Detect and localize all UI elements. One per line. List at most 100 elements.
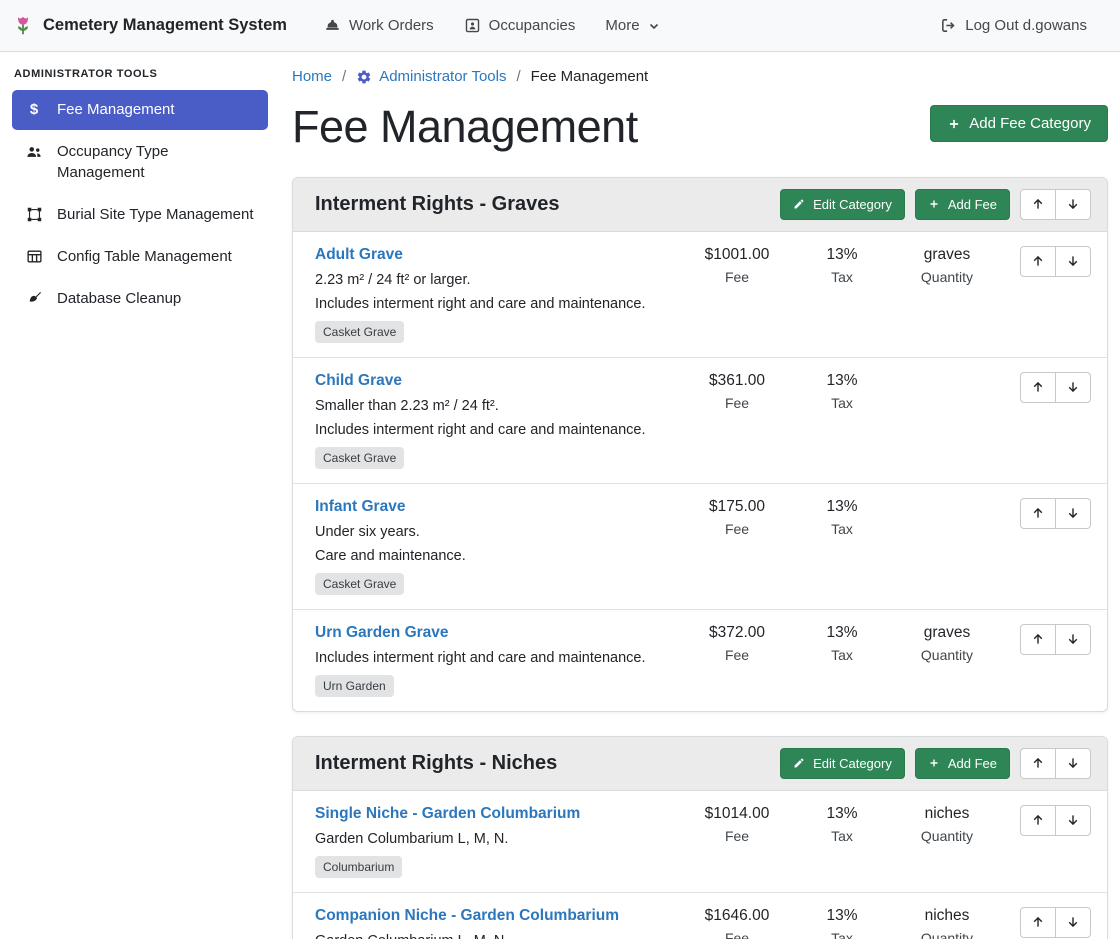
add-fee-label: Add Fee: [948, 756, 997, 771]
category-title: Interment Rights - Graves: [315, 193, 780, 216]
sidebar-item-label: Occupancy Type Management: [57, 142, 256, 183]
sidebar-item-label: Burial Site Type Management: [57, 205, 254, 225]
hard-hat-icon: [324, 17, 341, 34]
sidebar-item-config-table-management[interactable]: Config Table Management: [12, 237, 268, 277]
fee-quantity-column: niches Quantity: [888, 907, 1006, 939]
fee-name-link[interactable]: Urn Garden Grave: [315, 624, 449, 642]
add-fee-category-button[interactable]: Add Fee Category: [930, 105, 1108, 142]
nav-occupancies[interactable]: Occupancies: [449, 8, 591, 43]
logout-link[interactable]: Log Out d.gowans: [925, 8, 1102, 43]
nav-more-label: More: [605, 17, 639, 34]
breadcrumb-home-label: Home: [292, 68, 332, 85]
add-fee-category-label: Add Fee Category: [969, 115, 1091, 132]
move-fee-down-button[interactable]: [1055, 372, 1091, 403]
fee-name-link[interactable]: Child Grave: [315, 372, 402, 390]
fee-amount-label: Fee: [678, 647, 796, 663]
sidebar-item-fee-management[interactable]: $ Fee Management: [12, 90, 268, 130]
fee-name-link[interactable]: Companion Niche - Garden Columbarium: [315, 907, 619, 925]
move-category-up-button[interactable]: [1020, 189, 1056, 220]
fee-name-link[interactable]: Adult Grave: [315, 246, 403, 264]
broom-icon: [24, 290, 44, 307]
fee-type-badge: Columbarium: [315, 856, 402, 878]
breadcrumb-section-label: Administrator Tools: [379, 68, 506, 85]
sidebar-item-burial-site-type-management[interactable]: Burial Site Type Management: [12, 195, 268, 235]
add-fee-button[interactable]: Add Fee: [915, 189, 1010, 220]
fee-tax: 13%: [796, 907, 888, 925]
category-card-graves: Interment Rights - Graves Edit Category …: [292, 177, 1108, 712]
move-fee-down-button[interactable]: [1055, 624, 1091, 655]
move-fee-down-button[interactable]: [1055, 498, 1091, 529]
fee-row: Urn Garden Grave Includes interment righ…: [293, 610, 1107, 711]
move-category-down-button[interactable]: [1055, 189, 1091, 220]
edit-category-button[interactable]: Edit Category: [780, 748, 905, 779]
sidebar-heading: ADMINISTRATOR TOOLS: [12, 64, 268, 90]
category-reorder-controls: [1020, 748, 1091, 779]
move-fee-down-button[interactable]: [1055, 907, 1091, 938]
move-fee-up-button[interactable]: [1020, 498, 1056, 529]
app-title: Cemetery Management System: [43, 16, 287, 35]
nav-occupancies-label: Occupancies: [489, 17, 576, 34]
move-fee-up-button[interactable]: [1020, 246, 1056, 277]
fee-amount-column: $1014.00 Fee: [678, 805, 796, 844]
move-fee-down-button[interactable]: [1055, 246, 1091, 277]
fee-tax-column: 13% Tax: [796, 624, 888, 663]
sidebar-item-occupancy-type-management[interactable]: Occupancy Type Management: [12, 132, 268, 193]
move-fee-up-button[interactable]: [1020, 624, 1056, 655]
fee-name-link[interactable]: Single Niche - Garden Columbarium: [315, 805, 580, 823]
fee-tax-column: 13% Tax: [796, 498, 888, 537]
fee-quantity-column: niches Quantity: [888, 805, 1006, 844]
move-fee-down-button[interactable]: [1055, 805, 1091, 836]
primary-nav: Work Orders Occupancies More: [309, 8, 675, 43]
fee-quantity: niches: [888, 907, 1006, 925]
plus-icon: [928, 757, 940, 769]
fee-amount-label: Fee: [678, 395, 796, 411]
chevron-down-icon: [648, 20, 660, 32]
fee-quantity-column: graves Quantity: [888, 246, 1006, 285]
fee-amount-label: Fee: [678, 828, 796, 844]
move-fee-up-button[interactable]: [1020, 372, 1056, 403]
edit-category-label: Edit Category: [813, 197, 892, 212]
edit-category-button[interactable]: Edit Category: [780, 189, 905, 220]
category-reorder-controls: [1020, 189, 1091, 220]
fee-amount-label: Fee: [678, 521, 796, 537]
fee-description: Includes interment right and care and ma…: [315, 296, 670, 312]
nav-work-orders[interactable]: Work Orders: [309, 8, 449, 43]
fee-amount-column: $1001.00 Fee: [678, 246, 796, 285]
move-category-up-button[interactable]: [1020, 748, 1056, 779]
fee-amount: $1014.00: [678, 805, 796, 823]
category-header: Interment Rights - Graves Edit Category …: [293, 178, 1107, 232]
fee-tax: 13%: [796, 805, 888, 823]
move-fee-up-button[interactable]: [1020, 907, 1056, 938]
fee-tax-column: 13% Tax: [796, 246, 888, 285]
fee-amount: $361.00: [678, 372, 796, 390]
fee-description: Under six years.: [315, 524, 670, 540]
top-navbar: Cemetery Management System Work Orders O…: [0, 0, 1120, 52]
fee-type-badge: Casket Grave: [315, 321, 404, 343]
fee-tax: 13%: [796, 624, 888, 642]
breadcrumb-home-link[interactable]: Home: [292, 68, 332, 85]
fee-type-badge: Casket Grave: [315, 447, 404, 469]
fee-tax-label: Tax: [796, 395, 888, 411]
fee-description: 2.23 m² / 24 ft² or larger.: [315, 272, 670, 288]
breadcrumb-separator: /: [342, 68, 346, 85]
fee-amount-column: $175.00 Fee: [678, 498, 796, 537]
fee-quantity: niches: [888, 805, 1006, 823]
move-fee-up-button[interactable]: [1020, 805, 1056, 836]
fee-quantity-column: graves Quantity: [888, 624, 1006, 663]
fee-description: Care and maintenance.: [315, 548, 670, 564]
breadcrumb-admin-tools-link[interactable]: Administrator Tools: [356, 68, 506, 85]
move-category-down-button[interactable]: [1055, 748, 1091, 779]
dollar-icon: $: [24, 101, 44, 119]
category-title: Interment Rights - Niches: [315, 752, 780, 775]
users-icon: [24, 143, 44, 161]
app-brand[interactable]: Cemetery Management System: [12, 15, 287, 37]
nav-more[interactable]: More: [590, 8, 674, 43]
gear-icon: [356, 69, 372, 85]
add-fee-button[interactable]: Add Fee: [915, 748, 1010, 779]
fee-quantity-label: Quantity: [888, 930, 1006, 939]
nav-work-orders-label: Work Orders: [349, 17, 434, 34]
fee-name-link[interactable]: Infant Grave: [315, 498, 405, 516]
sidebar-item-database-cleanup[interactable]: Database Cleanup: [12, 279, 268, 319]
plus-icon: [947, 117, 961, 131]
breadcrumb: Home / Administrator Tools / Fee Managem…: [292, 66, 1108, 87]
